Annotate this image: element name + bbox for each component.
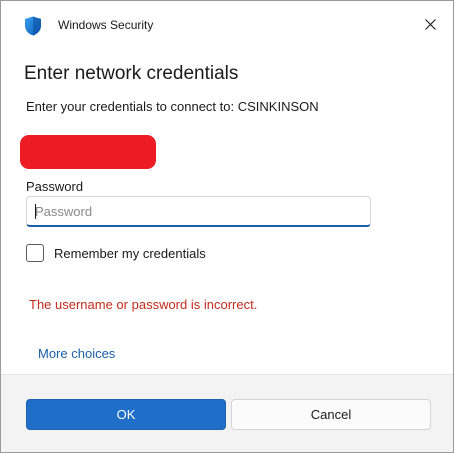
window-title: Windows Security [58, 18, 154, 32]
error-message: The username or password is incorrect. [29, 297, 258, 312]
password-label: Password [26, 179, 84, 194]
dialog-heading: Enter network credentials [24, 63, 239, 84]
close-icon [424, 17, 436, 35]
remember-credentials-option[interactable]: Remember my credentials [26, 244, 206, 262]
ok-button[interactable]: OK [26, 399, 226, 430]
cancel-button[interactable]: Cancel [231, 399, 431, 430]
title-bar: Windows Security [1, 1, 453, 51]
ok-button-label: OK [116, 407, 136, 422]
redacted-username [20, 135, 156, 169]
close-button[interactable] [407, 1, 453, 51]
password-field[interactable] [26, 196, 371, 227]
connect-target-text: Enter your credentials to connect to: CS… [26, 99, 319, 114]
more-choices-link[interactable]: More choices [38, 346, 115, 361]
cancel-button-label: Cancel [310, 407, 352, 422]
text-caret [35, 204, 36, 219]
password-input[interactable] [27, 197, 370, 225]
remember-checkbox[interactable] [26, 244, 44, 262]
credentials-dialog: Windows Security Enter network credentia… [0, 0, 454, 453]
button-bar: OK Cancel [1, 374, 453, 452]
shield-icon [24, 16, 42, 36]
remember-label: Remember my credentials [54, 245, 206, 261]
